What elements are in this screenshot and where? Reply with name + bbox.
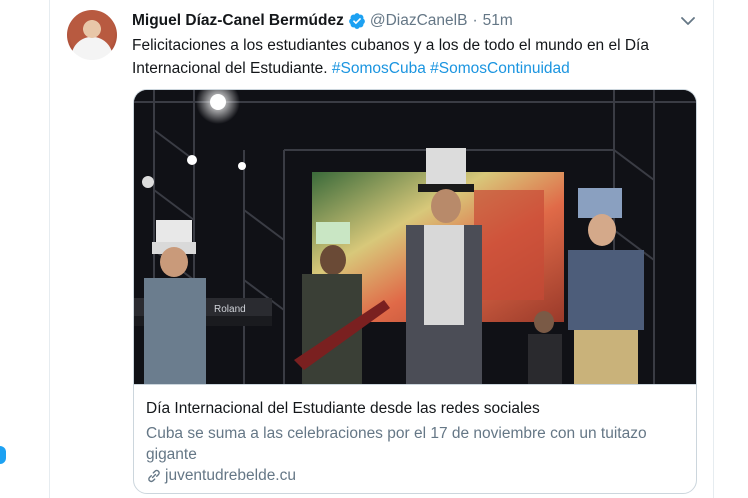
timestamp[interactable]: 51m [483, 12, 513, 30]
verified-badge-icon [348, 12, 366, 30]
chevron-down-icon[interactable] [678, 12, 698, 30]
tweet-header: Miguel Díaz-Canel Bermúdez @DiazCanelB ·… [132, 10, 513, 32]
card-body[interactable]: Día Internacional del Estudiante desde l… [134, 386, 696, 485]
dot-separator: · [472, 12, 478, 29]
card-description: Cuba se suma a las celebraciones por el … [146, 425, 647, 463]
link-icon [146, 468, 162, 484]
avatar[interactable] [67, 10, 117, 60]
card-image[interactable]: Roland [134, 90, 696, 385]
author-handle[interactable]: @DiazCanelB [370, 12, 468, 30]
timeline-right-border [713, 0, 714, 498]
compose-button-edge[interactable] [0, 446, 6, 464]
hashtag-somoscuba[interactable]: #SomosCuba [332, 60, 426, 77]
tweet[interactable]: Miguel Díaz-Canel Bermúdez @DiazCanelB ·… [50, 0, 713, 498]
link-card[interactable]: Roland Día Internacional del Estudiante … [133, 89, 697, 494]
author-name[interactable]: Miguel Díaz-Canel Bermúdez [132, 12, 344, 30]
left-sidebar-edge [0, 0, 50, 498]
hashtag-somoscontinuidad[interactable]: #SomosContinuidad [430, 60, 570, 77]
card-domain-text: juventudrebelde.cu [165, 467, 296, 484]
keyboard-brand: Roland [214, 304, 246, 315]
card-title: Día Internacional del Estudiante desde l… [146, 400, 540, 417]
card-domain: juventudrebelde.cu [146, 467, 684, 485]
tweet-text: Felicitaciones a los estudiantes cubanos… [132, 34, 702, 80]
